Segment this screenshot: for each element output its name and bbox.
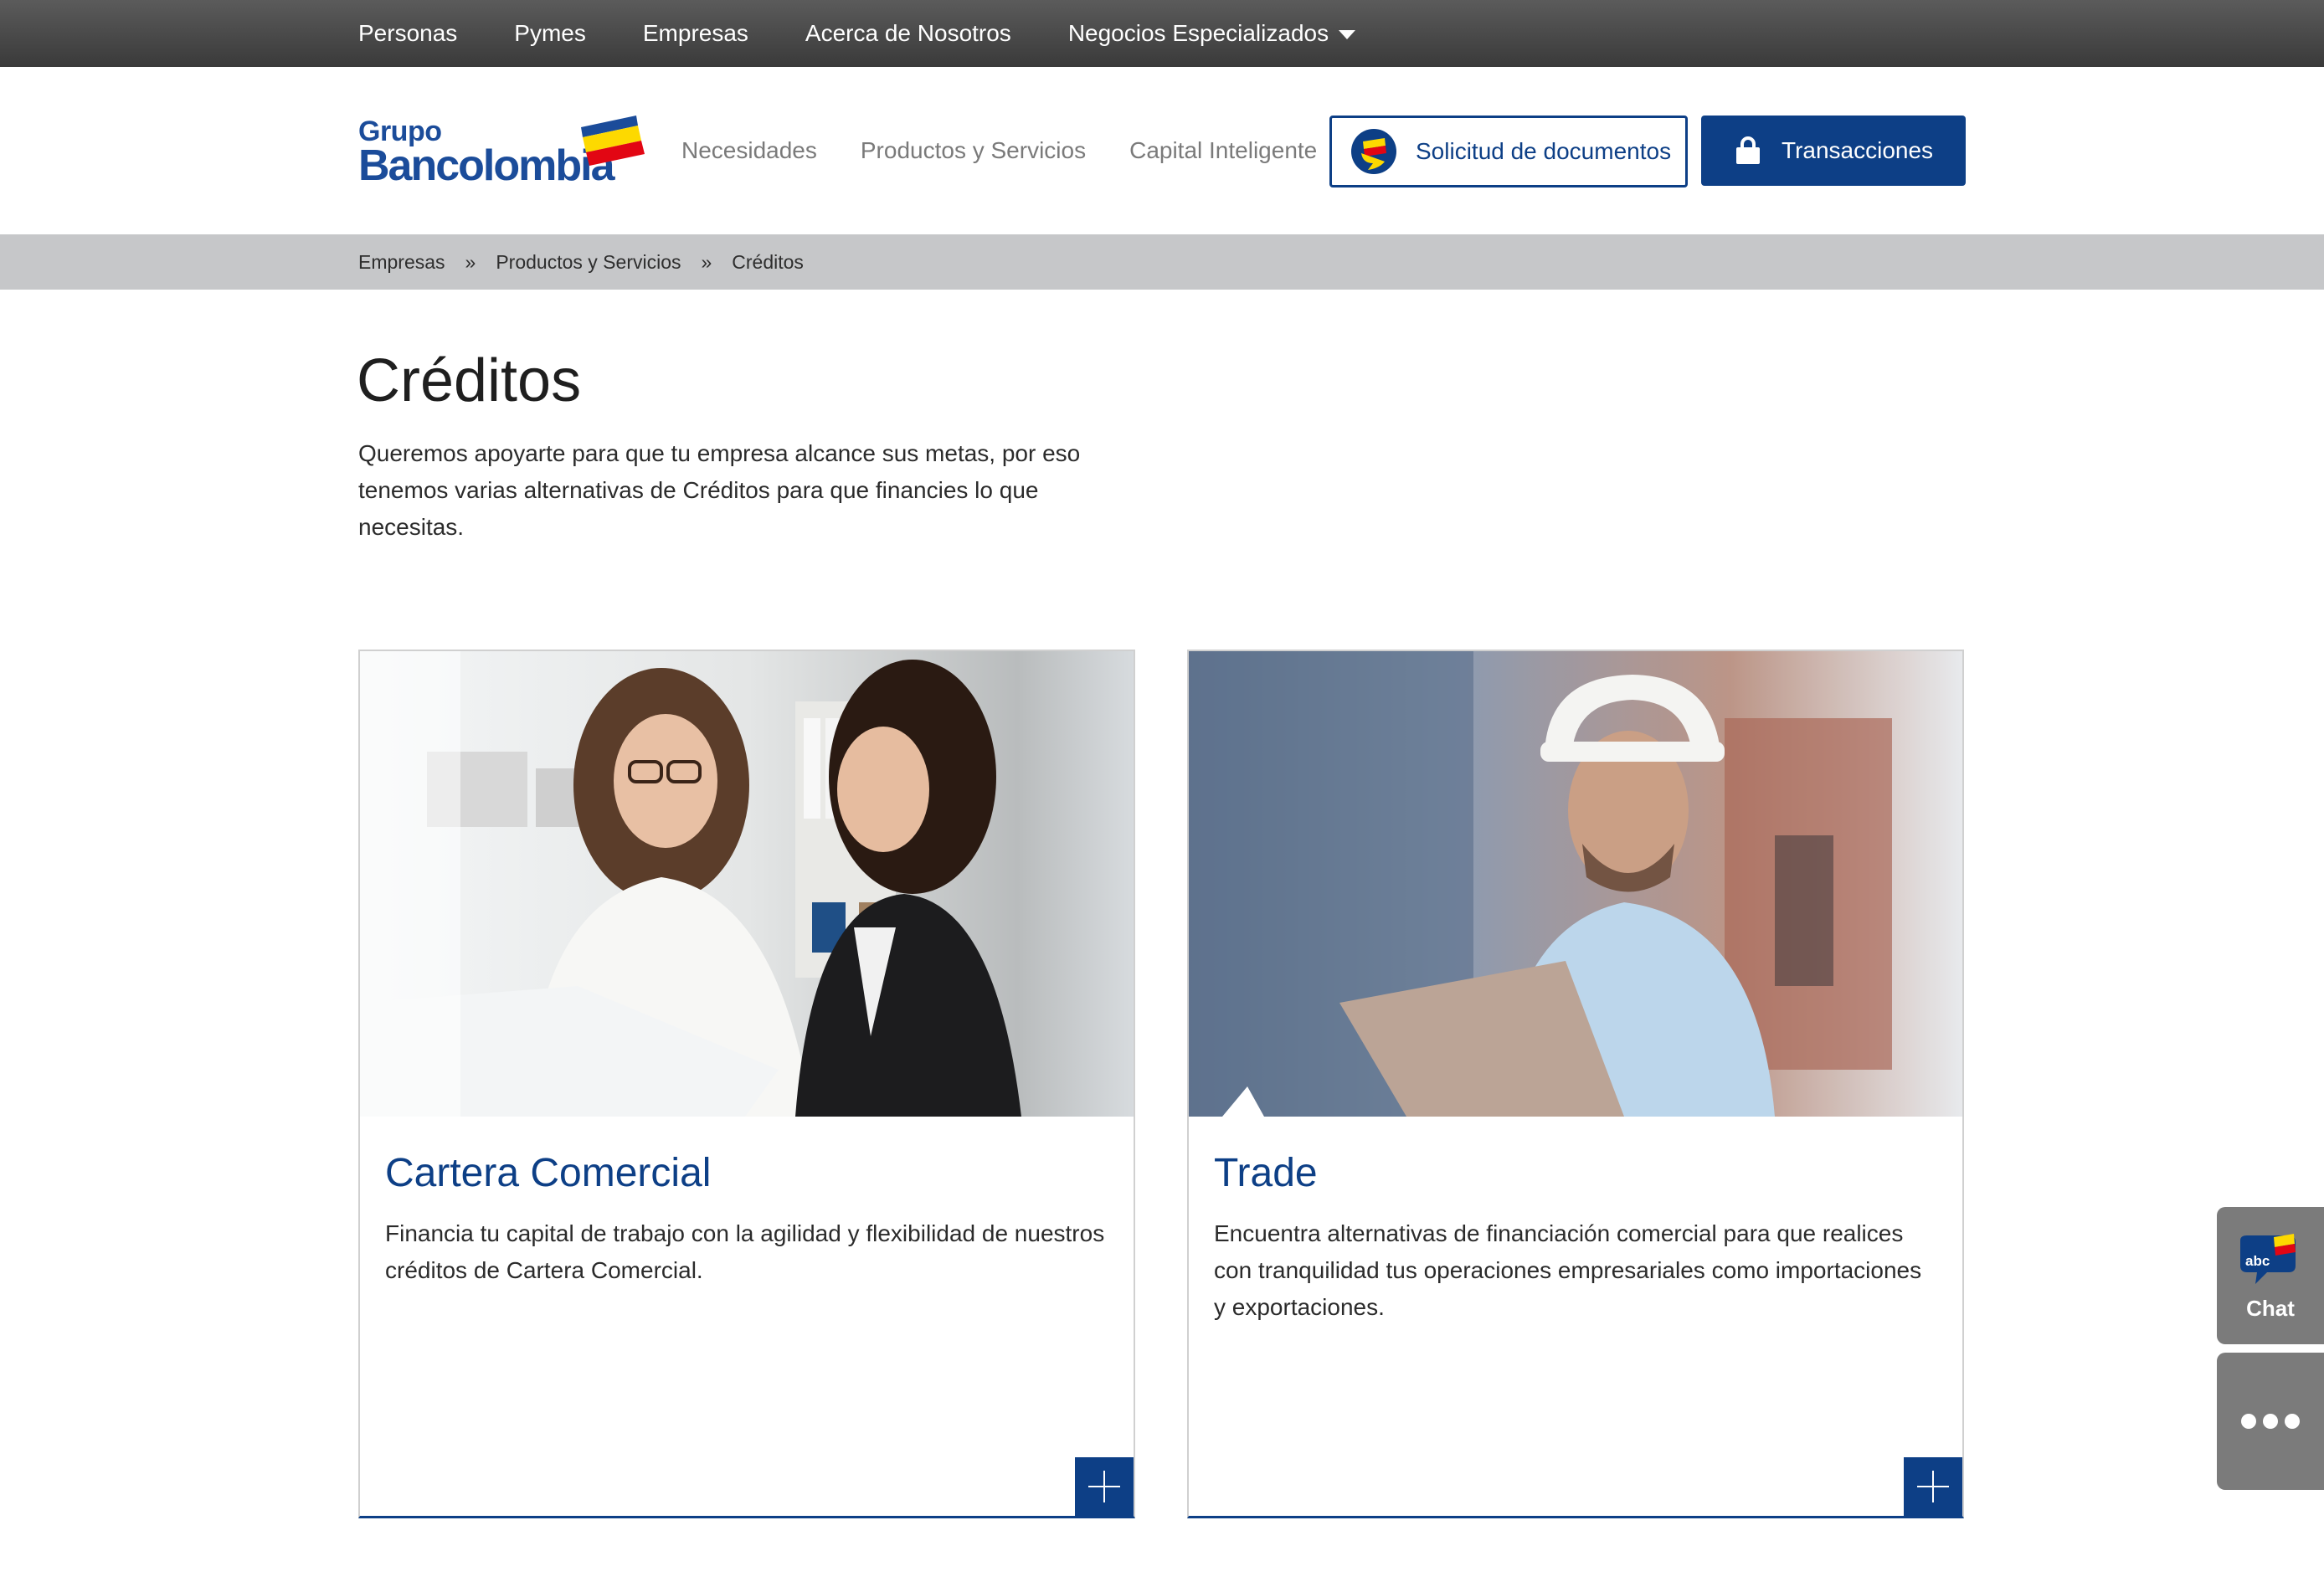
page-title: Créditos [357, 347, 582, 414]
card-title[interactable]: Cartera Comercial [385, 1150, 711, 1196]
card-title[interactable]: Trade [1214, 1150, 1318, 1196]
document-chat-icon [1351, 129, 1396, 174]
top-nav-negocios-dropdown[interactable]: Negocios Especializados [1067, 20, 1356, 47]
top-nav-acerca[interactable]: Acerca de Nosotros [805, 20, 1011, 47]
more-options-button[interactable] [2217, 1353, 2324, 1490]
page-intro: Queremos apoyarte para que tu empresa al… [358, 440, 1081, 540]
main-nav-capital[interactable]: Capital Inteligente [1129, 137, 1317, 164]
chat-bubble-icon: abc [2240, 1234, 2296, 1284]
card-text: Encuentra alternativas de financiación c… [1214, 1220, 1922, 1320]
top-nav-personas[interactable]: Personas [358, 20, 457, 47]
card-text: Financia tu capital de trabajo con la ag… [385, 1220, 1105, 1283]
breadcrumb-bar: Empresas » Productos y Servicios » Crédi… [0, 234, 2324, 290]
main-nav-productos[interactable]: Productos y Servicios [861, 137, 1086, 164]
caret-down-icon [1339, 29, 1356, 39]
breadcrumb-empresas[interactable]: Empresas [358, 251, 445, 274]
product-card-trade[interactable]: Trade Encuentra alternativas de financia… [1187, 650, 1964, 1518]
top-bar: Personas Pymes Empresas Acerca de Nosotr… [0, 0, 2324, 67]
transacciones-label: Transacciones [1782, 137, 1934, 163]
main-nav: Necesidades Productos y Servicios Capita… [681, 117, 1360, 184]
breadcrumb-productos[interactable]: Productos y Servicios [496, 251, 681, 274]
breadcrumb-current: Créditos [732, 250, 804, 273]
top-nav: Personas Pymes Empresas Acerca de Nosotr… [358, 0, 1412, 67]
chat-label: Chat [2246, 1296, 2295, 1321]
breadcrumb-separator: » [465, 250, 476, 273]
plus-icon[interactable] [1075, 1457, 1134, 1516]
logo[interactable]: Grupo Bancolombia [358, 116, 645, 190]
main-nav-necesidades[interactable]: Necesidades [681, 137, 817, 164]
card-photo-trade [1189, 651, 1962, 1117]
breadcrumb-separator: » [701, 250, 712, 273]
product-card-cartera[interactable]: Cartera Comercial Financia tu capital de… [358, 650, 1135, 1518]
chat-badge-text: abc [2245, 1253, 2270, 1269]
lock-icon [1736, 136, 1760, 164]
ellipsis-icon [2263, 1414, 2278, 1429]
ellipsis-icon [2285, 1414, 2300, 1429]
top-nav-empresas[interactable]: Empresas [643, 20, 748, 47]
ellipsis-icon [2241, 1414, 2256, 1429]
breadcrumb: Empresas » Productos y Servicios » Crédi… [358, 234, 804, 290]
plus-icon[interactable] [1904, 1457, 1962, 1516]
card-photo-office [360, 651, 1134, 1117]
solicitud-documentos-label: Solicitud de documentos [1416, 138, 1672, 164]
logo-name-text: Bancolombia [358, 141, 614, 190]
solicitud-documentos-button[interactable]: Solicitud de documentos [1329, 116, 1688, 187]
chat-button[interactable]: abc Chat [2217, 1207, 2324, 1344]
top-nav-negocios-label: Negocios Especializados [1067, 20, 1329, 46]
logo-flag-icon [581, 116, 645, 166]
top-nav-pymes[interactable]: Pymes [514, 20, 586, 47]
transacciones-button[interactable]: Transacciones [1701, 116, 1966, 186]
